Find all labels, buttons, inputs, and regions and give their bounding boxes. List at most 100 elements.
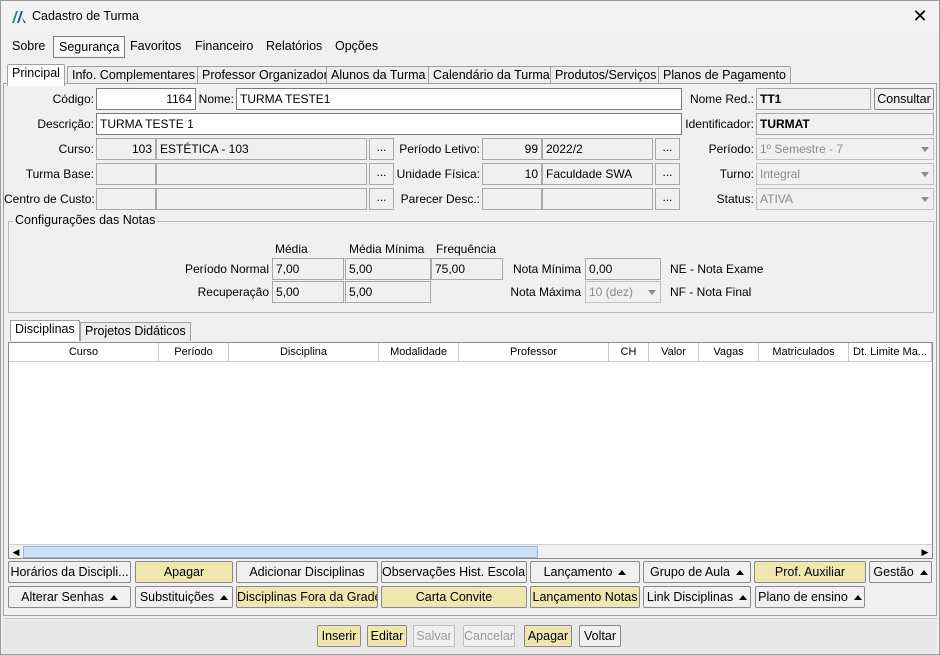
- turma-base-code-field[interactable]: [96, 163, 156, 185]
- centro-custo-label: Centro de Custo:: [4, 192, 95, 206]
- apagar-button[interactable]: Apagar: [524, 625, 572, 647]
- chevron-down-icon: [648, 290, 656, 295]
- turno-select[interactable]: Integral: [756, 163, 934, 185]
- identificador-field[interactable]: TURMAT: [756, 113, 934, 135]
- periodo-letivo-field[interactable]: 2022/2: [542, 138, 653, 160]
- close-icon[interactable]: ✕: [909, 6, 931, 28]
- tab-projetos-didaticos[interactable]: Projetos Didáticos: [80, 322, 191, 341]
- col-media-label: Média: [275, 242, 308, 256]
- inserir-button[interactable]: Inserir: [317, 625, 361, 647]
- ne-legend: NE - Nota Exame: [670, 262, 764, 276]
- nota-maxima-select[interactable]: 10 (dez): [585, 281, 661, 303]
- codigo-field[interactable]: 1164: [96, 88, 196, 110]
- status-select[interactable]: ATIVA: [756, 188, 934, 210]
- curso-lookup-button[interactable]: ...: [369, 138, 394, 160]
- salvar-button[interactable]: Salvar: [413, 625, 455, 647]
- turno-label: Turno:: [719, 167, 754, 181]
- menu-bar: Sobre Segurança Favoritos Financeiro Rel…: [1, 34, 939, 60]
- window-title: Cadastro de Turma: [32, 9, 139, 23]
- centro-custo-code-field[interactable]: [96, 188, 156, 210]
- nota-minima-field[interactable]: 0,00: [585, 258, 661, 280]
- horarios-da-discipli-label: Horários da Discipli...: [10, 565, 129, 579]
- nota-maxima-value: 10 (dez): [589, 285, 634, 299]
- col-modalidade[interactable]: Modalidade: [379, 343, 459, 362]
- disciplinas-fora-da-grade-button[interactable]: Disciplinas Fora da Grade: [236, 586, 378, 608]
- menu-sobre[interactable]: Sobre: [7, 36, 50, 58]
- unidade-field[interactable]: Faculdade SWA: [542, 163, 653, 185]
- col-disciplina[interactable]: Disciplina: [229, 343, 379, 362]
- apagar-button[interactable]: Apagar: [135, 561, 233, 583]
- nome-field[interactable]: TURMA TESTE1: [236, 88, 682, 110]
- alterar-senhas-button[interactable]: Alterar Senhas: [8, 586, 131, 608]
- rec-media-min-field[interactable]: 5,00: [345, 281, 431, 303]
- horarios-da-discipli-button[interactable]: Horários da Discipli...: [8, 561, 131, 583]
- unidade-lookup-button[interactable]: ...: [655, 163, 680, 185]
- turma-base-name-field[interactable]: [156, 163, 367, 185]
- gestao-button[interactable]: Gestão: [869, 561, 932, 583]
- parecer-label: Parecer Desc.:: [400, 192, 480, 206]
- col-professor[interactable]: Professor: [459, 343, 609, 362]
- pn-frequencia-field[interactable]: 75,00: [431, 258, 503, 280]
- scroll-left-icon[interactable]: ◀: [9, 545, 23, 559]
- menu-relatorios[interactable]: Relatórios: [261, 36, 327, 58]
- scroll-right-icon[interactable]: ▶: [918, 545, 932, 559]
- menu-financeiro[interactable]: Financeiro: [190, 36, 258, 58]
- curso-code-field[interactable]: 103: [96, 138, 156, 160]
- col-dt-limite[interactable]: Dt. Limite Ma...: [849, 343, 932, 362]
- descricao-label: Descrição:: [37, 117, 94, 131]
- plano-de-ensino-button[interactable]: Plano de ensino: [755, 586, 865, 608]
- col-matriculados[interactable]: Matriculados: [759, 343, 849, 362]
- tab-disciplinas[interactable]: Disciplinas: [10, 320, 80, 341]
- voltar-button[interactable]: Voltar: [579, 625, 621, 647]
- link-disciplinas-button[interactable]: Link Disciplinas: [643, 586, 751, 608]
- chevron-down-icon: [921, 172, 929, 177]
- pn-media-field[interactable]: 7,00: [272, 258, 344, 280]
- col-periodo[interactable]: Período: [159, 343, 229, 362]
- observacoes-hist-escolar-button[interactable]: Observações Hist. Escolar: [381, 561, 527, 583]
- periodo-letivo-lookup-button[interactable]: ...: [655, 138, 680, 160]
- lancamento-button[interactable]: Lançamento: [530, 561, 640, 583]
- grid-horizontal-scrollbar[interactable]: ◀ ▶: [9, 544, 932, 558]
- parecer-lookup-button[interactable]: ...: [655, 188, 680, 210]
- substituicoes-label: Substituições: [139, 590, 215, 604]
- cadastro-turma-window: Cadastro de Turma ✕ Sobre Segurança Favo…: [0, 0, 940, 655]
- periodo-letivo-code-field[interactable]: 99: [482, 138, 542, 160]
- centro-custo-lookup-button[interactable]: ...: [369, 188, 394, 210]
- recuperacao-label: Recuperação: [197, 285, 269, 299]
- disciplinas-grid[interactable]: Curso Período Disciplina Modalidade Prof…: [8, 342, 933, 559]
- curso-name-field[interactable]: ESTÉTICA - 103: [156, 138, 367, 160]
- parecer-name-field[interactable]: [542, 188, 653, 210]
- grupo-de-aula-button[interactable]: Grupo de Aula: [643, 561, 751, 583]
- prof-auxiliar-button[interactable]: Prof. Auxiliar: [754, 561, 866, 583]
- carta-convite-button[interactable]: Carta Convite: [381, 586, 527, 608]
- bottom-toolbar: Inserir Editar Salvar Cancelar Apagar Voltar: [3, 618, 937, 653]
- turma-base-lookup-button[interactable]: ...: [369, 163, 394, 185]
- descricao-field[interactable]: TURMA TESTE 1: [96, 113, 682, 135]
- rec-media-field[interactable]: 5,00: [272, 281, 344, 303]
- col-curso[interactable]: Curso: [9, 343, 159, 362]
- col-valor[interactable]: Valor: [649, 343, 699, 362]
- notas-group-title: Configurações das Notas: [13, 213, 158, 227]
- col-ch[interactable]: CH: [609, 343, 649, 362]
- consultar-button[interactable]: Consultar: [874, 88, 934, 110]
- menu-seguranca[interactable]: Segurança: [53, 36, 126, 58]
- menu-favoritos[interactable]: Favoritos: [125, 36, 186, 58]
- tab-principal[interactable]: Principal: [7, 64, 65, 86]
- scroll-thumb[interactable]: [23, 546, 538, 558]
- turno-value: Integral: [760, 167, 801, 181]
- col-vagas[interactable]: Vagas: [699, 343, 759, 362]
- centro-custo-name-field[interactable]: [156, 188, 367, 210]
- cancelar-button[interactable]: Cancelar: [463, 625, 515, 647]
- lancamento-notas-button[interactable]: Lançamento Notas: [530, 586, 640, 608]
- parecer-code-field[interactable]: [482, 188, 542, 210]
- col-media-min-label: Média Mínima: [349, 242, 425, 256]
- periodo-letivo-label: Período Letivo:: [399, 142, 480, 156]
- periodo-select[interactable]: 1º Semestre - 7: [756, 138, 934, 160]
- adicionar-disciplinas-button[interactable]: Adicionar Disciplinas: [236, 561, 378, 583]
- unidade-code-field[interactable]: 10: [482, 163, 542, 185]
- substituicoes-button[interactable]: Substituições: [135, 586, 233, 608]
- nome-red-field[interactable]: TT1: [756, 88, 871, 110]
- pn-media-min-field[interactable]: 5,00: [345, 258, 431, 280]
- editar-button[interactable]: Editar: [367, 625, 407, 647]
- menu-opcoes[interactable]: Opções: [330, 36, 383, 58]
